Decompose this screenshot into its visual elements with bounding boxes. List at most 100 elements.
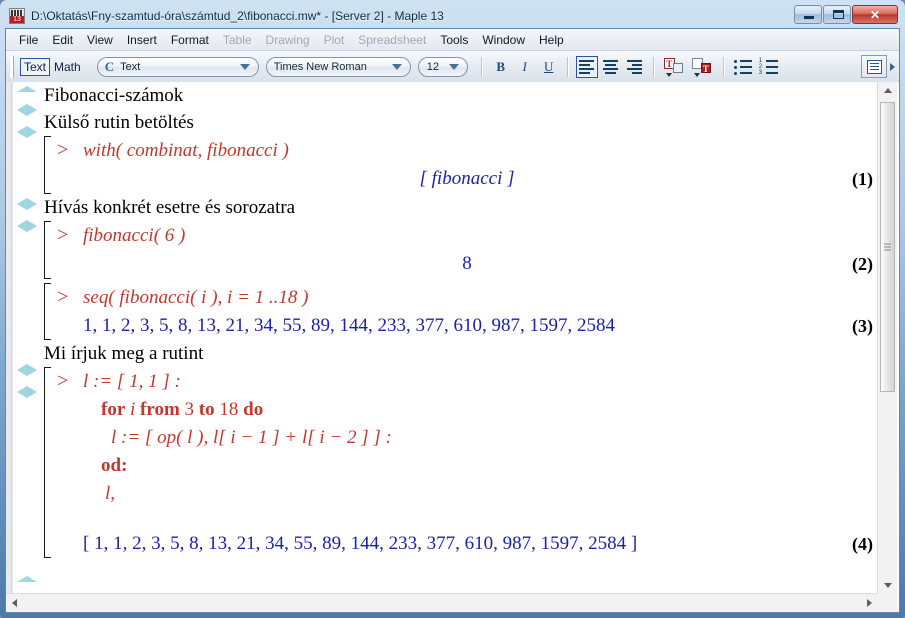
menu-help[interactable]: Help xyxy=(532,31,571,49)
input-expression-4-line3[interactable]: l := [ op( l ), l[ i − 1 ] + l[ i − 2 ] … xyxy=(57,424,877,452)
chevron-down-icon xyxy=(693,72,700,77)
font-size-dropdown[interactable]: 12 xyxy=(417,56,468,77)
bold-icon: B xyxy=(496,58,506,74)
input-line-1[interactable]: > with( combinat, fibonacci ) xyxy=(57,136,877,165)
toolbar-separator xyxy=(722,56,725,77)
bullet-row xyxy=(739,71,752,74)
math-mode-button[interactable]: Math xyxy=(50,59,85,75)
close-icon: ✕ xyxy=(869,7,881,22)
toolbar-overflow-button[interactable] xyxy=(888,51,897,82)
style-dropdown[interactable]: C Text xyxy=(96,56,259,77)
text-color-button[interactable]: T xyxy=(663,56,687,78)
chevron-down-icon xyxy=(883,583,892,588)
menu-bar: File Edit View Insert Format Table Drawi… xyxy=(6,29,899,51)
scroll-right-button[interactable] xyxy=(861,594,878,611)
output-value-3: 1, 1, 2, 3, 5, 8, 13, 21, 34, 55, 89, 14… xyxy=(83,315,615,336)
panel-toggle-button[interactable] xyxy=(861,55,887,78)
section-marker[interactable] xyxy=(17,198,38,210)
scroll-left-button[interactable] xyxy=(6,594,23,611)
input-expression-1[interactable]: with( combinat, fibonacci ) xyxy=(83,137,289,165)
style-value: Text xyxy=(120,60,141,73)
execution-group-3: > seq( fibonacci( i ), i = 1 ..18 ) 1, 1… xyxy=(44,283,877,340)
execution-group-1: > with( combinat, fibonacci ) [ fibonacc… xyxy=(44,136,877,194)
section-marker[interactable] xyxy=(17,104,38,116)
section-marker[interactable] xyxy=(17,386,38,398)
menu-window[interactable]: Window xyxy=(475,31,532,49)
style-icon: C xyxy=(104,58,115,74)
highlight-color-icon: T xyxy=(700,62,711,74)
maximize-button[interactable] xyxy=(823,5,851,24)
input-expression-4-line1[interactable]: l := [ 1, 1 ] : xyxy=(83,368,181,396)
execution-group-2: > fibonacci( 6 ) 8 (2) xyxy=(44,221,877,279)
gutter-rail xyxy=(11,82,12,594)
input-line-4[interactable]: > l := [ 1, 1 ] : xyxy=(57,367,877,396)
output-label-2: (2) xyxy=(852,254,873,274)
section-marker[interactable] xyxy=(17,576,38,582)
keyword-for: for xyxy=(101,399,126,420)
maple-icon xyxy=(9,8,25,24)
maple-window: D:\Oktatás\Fny-szamtud-óra\számtud_2\fib… xyxy=(0,0,905,618)
italic-button[interactable]: I xyxy=(514,56,536,78)
menu-view[interactable]: View xyxy=(80,31,120,49)
underline-icon: U xyxy=(544,58,554,74)
input-expression-4-line5[interactable]: l, xyxy=(57,480,877,508)
highlight-color-button[interactable]: T xyxy=(691,56,715,78)
underline-button[interactable]: U xyxy=(538,56,560,78)
text-mode-button[interactable]: Text xyxy=(20,57,51,76)
bullet-dot-icon xyxy=(733,59,737,63)
text-math-toggle[interactable]: Text Math xyxy=(20,57,85,76)
section-marker[interactable] xyxy=(17,364,38,376)
toolbar-separator xyxy=(566,56,569,77)
loop-variable: i xyxy=(130,399,136,420)
section-marker[interactable] xyxy=(17,126,38,138)
bullet-dot-icon xyxy=(733,65,737,69)
section-marker[interactable] xyxy=(17,86,38,92)
heading-kulso-rutin: Külső rutin betöltés xyxy=(44,112,194,133)
heading-fibonacci-szamok: Fibonacci-számok xyxy=(44,85,184,106)
numbered-row xyxy=(765,65,778,68)
menu-insert[interactable]: Insert xyxy=(120,31,164,49)
close-button[interactable]: ✕ xyxy=(852,5,898,24)
input-expression-4-line4[interactable]: od: xyxy=(57,452,877,480)
toolbar-separator xyxy=(652,56,655,77)
scroll-up-button[interactable] xyxy=(879,82,896,99)
align-center-button[interactable] xyxy=(600,56,622,78)
bullet-list-button[interactable] xyxy=(733,57,755,77)
bullet-dot-icon xyxy=(733,71,737,75)
document-area: Fibonacci-számok Külső rutin betöltés > … xyxy=(6,82,899,612)
menu-format[interactable]: Format xyxy=(164,31,216,49)
input-expression-2[interactable]: fibonacci( 6 ) xyxy=(83,222,185,250)
menu-file[interactable]: File xyxy=(12,31,45,49)
toolbar-grip[interactable] xyxy=(10,55,16,78)
menu-tools[interactable]: Tools xyxy=(433,31,475,49)
list-number-1: 1 xyxy=(758,57,763,64)
vertical-scrollbar[interactable] xyxy=(877,82,897,594)
heading-hivas-konkret: Hívás konkrét esetre és sorozatra xyxy=(44,197,296,218)
menu-drawing: Drawing xyxy=(265,32,310,47)
vertical-scroll-thumb[interactable] xyxy=(880,102,895,392)
align-left-icon xyxy=(579,58,595,76)
loop-start: 3 xyxy=(184,399,195,420)
bold-button[interactable]: B xyxy=(490,56,512,78)
input-line-3[interactable]: > seq( fibonacci( i ), i = 1 ..18 ) xyxy=(57,283,877,312)
italic-icon: I xyxy=(522,58,527,74)
worksheet-page[interactable]: Fibonacci-számok Külső rutin betöltés > … xyxy=(38,82,877,594)
numbered-list-button[interactable]: 1 2 3 xyxy=(759,57,781,77)
align-left-button[interactable] xyxy=(575,55,598,78)
horizontal-scrollbar[interactable] xyxy=(6,593,878,612)
title-bar[interactable]: D:\Oktatás\Fny-szamtud-óra\számtud_2\fib… xyxy=(5,4,900,28)
execution-group-4: > l := [ 1, 1 ] : for i from 3 to 18 do xyxy=(44,367,877,558)
input-expression-3[interactable]: seq( fibonacci( i ), i = 1 ..18 ) xyxy=(83,284,308,312)
align-right-button[interactable] xyxy=(624,56,646,78)
output-row-2: 8 (2) xyxy=(57,250,877,279)
input-line-2[interactable]: > fibonacci( 6 ) xyxy=(57,221,877,250)
output-value-4: [ 1, 1, 2, 3, 5, 8, 13, 21, 34, 55, 89, … xyxy=(83,533,638,554)
menu-edit[interactable]: Edit xyxy=(45,31,80,49)
input-expression-4-line2[interactable]: for i from 3 to 18 do xyxy=(57,396,877,424)
minimize-button[interactable] xyxy=(794,5,822,24)
toolbar-separator xyxy=(480,56,483,77)
font-dropdown[interactable]: Times New Roman xyxy=(265,56,411,77)
section-marker[interactable] xyxy=(17,220,38,232)
scroll-down-button[interactable] xyxy=(879,577,896,594)
chevron-left-icon xyxy=(12,598,17,607)
